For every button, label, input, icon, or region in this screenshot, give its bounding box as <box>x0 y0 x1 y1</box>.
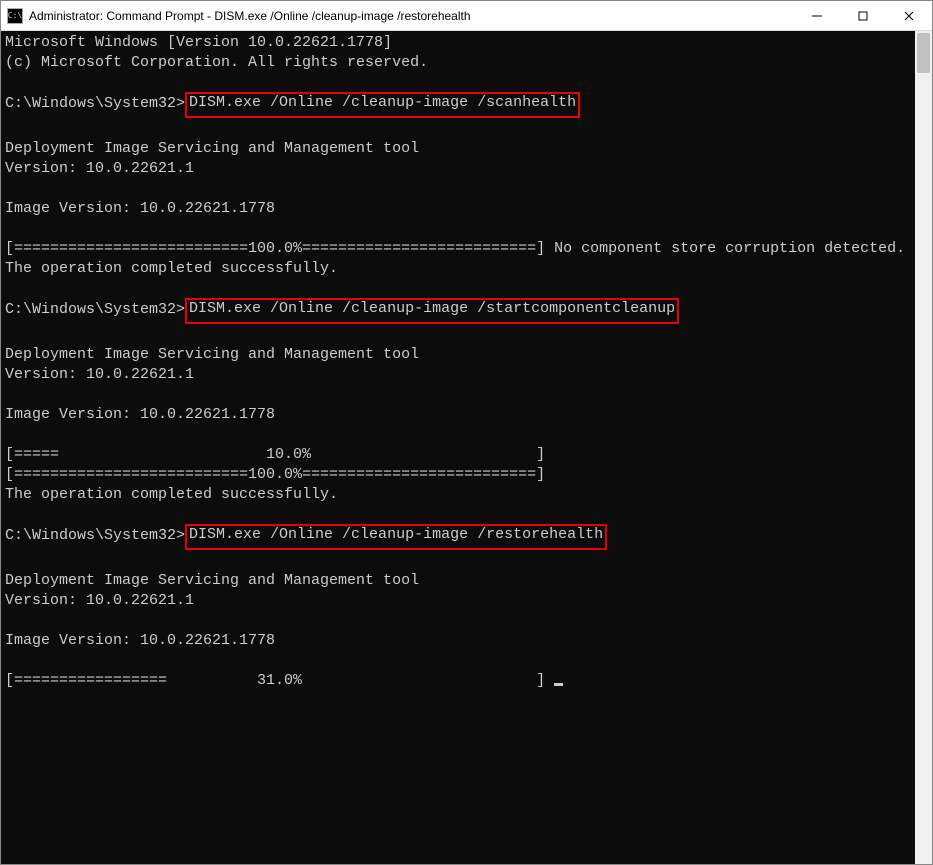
terminal-output[interactable]: Microsoft Windows [Version 10.0.22621.17… <box>1 31 915 864</box>
minimize-button[interactable] <box>794 1 840 30</box>
window-controls <box>794 1 932 30</box>
prompt-text: C:\Windows\System32> <box>5 301 185 318</box>
image-version-line: Image Version: 10.0.22621.1778 <box>5 199 911 219</box>
completed-line: The operation completed successfully. <box>5 259 911 279</box>
copyright-line: (c) Microsoft Corporation. All rights re… <box>5 53 911 73</box>
tool-name-line: Deployment Image Servicing and Managemen… <box>5 139 911 159</box>
titlebar[interactable]: C:\ Administrator: Command Prompt - DISM… <box>1 1 932 31</box>
tool-version-line: Version: 10.0.22621.1 <box>5 159 911 179</box>
command-prompt-window: C:\ Administrator: Command Prompt - DISM… <box>0 0 933 865</box>
tool-version-line: Version: 10.0.22621.1 <box>5 365 911 385</box>
tool-version-line: Version: 10.0.22621.1 <box>5 591 911 611</box>
progress-line: [================= 31.0% ] <box>5 672 554 689</box>
completed-line: The operation completed successfully. <box>5 485 911 505</box>
prompt-text: C:\Windows\System32> <box>5 527 185 544</box>
cmd-icon: C:\ <box>7 8 23 24</box>
highlighted-command-3: DISM.exe /Online /cleanup-image /restore… <box>185 524 607 550</box>
banner-line: Microsoft Windows [Version 10.0.22621.17… <box>5 33 911 53</box>
image-version-line: Image Version: 10.0.22621.1778 <box>5 405 911 425</box>
highlighted-command-1: DISM.exe /Online /cleanup-image /scanhea… <box>185 92 580 118</box>
maximize-button[interactable] <box>840 1 886 30</box>
window-title: Administrator: Command Prompt - DISM.exe… <box>29 9 471 23</box>
close-button[interactable] <box>886 1 932 30</box>
tool-name-line: Deployment Image Servicing and Managemen… <box>5 571 911 591</box>
scrollbar-thumb[interactable] <box>917 33 930 73</box>
cursor <box>554 683 563 686</box>
progress-line: [==========================100.0%=======… <box>5 239 911 259</box>
highlighted-command-2: DISM.exe /Online /cleanup-image /startco… <box>185 298 679 324</box>
progress-line: [==========================100.0%=======… <box>5 465 911 485</box>
image-version-line: Image Version: 10.0.22621.1778 <box>5 631 911 651</box>
tool-name-line: Deployment Image Servicing and Managemen… <box>5 345 911 365</box>
progress-line: [===== 10.0% ] <box>5 445 911 465</box>
vertical-scrollbar[interactable] <box>915 31 932 864</box>
prompt-text: C:\Windows\System32> <box>5 95 185 112</box>
